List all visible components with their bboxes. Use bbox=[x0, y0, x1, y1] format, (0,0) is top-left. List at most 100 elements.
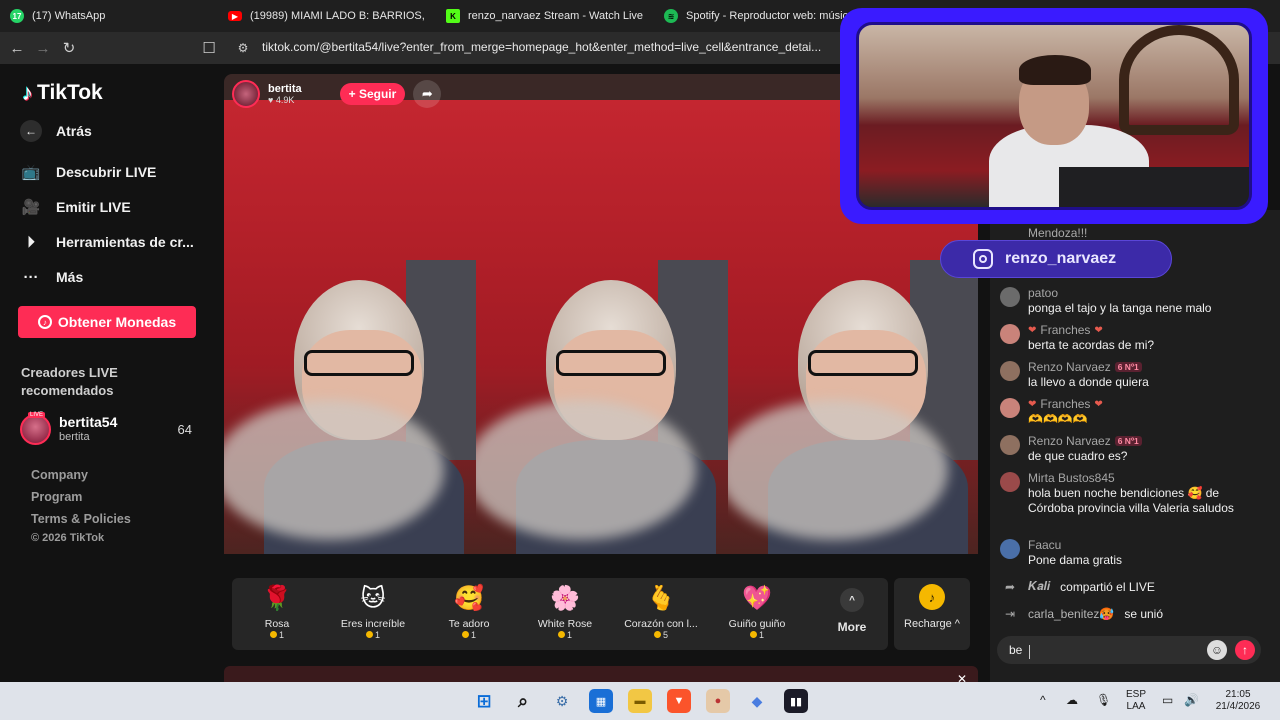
creator-name: bertita54 bbox=[59, 414, 118, 430]
taskbar: ⊞ ⌕ ⚙ ▦ ▬ ▼ ● ◆ ▮▮ ^ ☁ 🎙 ESP LAA ▭ 🔊 21:… bbox=[0, 682, 1280, 720]
nav-more[interactable]: ··· Más bbox=[20, 266, 84, 288]
avatar[interactable] bbox=[1000, 324, 1020, 344]
live-tv-icon: 📺 bbox=[21, 164, 41, 181]
gift-price: 1 bbox=[232, 630, 322, 640]
more-gifts-button[interactable]: ^ More bbox=[832, 588, 872, 634]
site-settings-icon[interactable]: ⚙ bbox=[230, 35, 256, 61]
gift-item[interactable]: 🥰 Te adoro 1 bbox=[424, 584, 514, 640]
share-icon[interactable]: ➦ bbox=[413, 80, 442, 108]
gift-item[interactable]: 🫰 Corazón con l... 5 bbox=[616, 584, 706, 640]
back-arrow-icon[interactable]: ← bbox=[4, 35, 30, 61]
settings-gear-icon[interactable]: ⚙ bbox=[550, 689, 574, 713]
viewer-count: 64 bbox=[177, 422, 192, 437]
chat-event: ⇥ carla_benitez🥵 se unió bbox=[1002, 607, 1163, 621]
copyright: © 2026 TikTok bbox=[31, 532, 105, 544]
avatar[interactable] bbox=[1000, 287, 1020, 307]
chat-username: Renzo Narvaez bbox=[1028, 360, 1111, 374]
volume-icon[interactable]: 🔊 bbox=[1184, 694, 1199, 706]
chat-text: hola buen noche bendiciones 🥰 de Córdoba… bbox=[1028, 486, 1234, 515]
recharge-button[interactable]: ♪ Recharge ^ bbox=[894, 578, 970, 650]
coin-icon bbox=[557, 631, 565, 638]
chat-user[interactable]: ❤ Franches ❤ bbox=[1028, 323, 1103, 337]
app-icon[interactable]: ◆ bbox=[745, 689, 769, 713]
network-icon[interactable]: ▭ bbox=[1162, 694, 1173, 706]
follow-button[interactable]: + Seguir bbox=[339, 83, 406, 105]
nav-label: Herramientas de cr... bbox=[56, 234, 194, 250]
footer-terms[interactable]: Terms & Policies bbox=[31, 512, 131, 526]
nav-creator-tools[interactable]: ⏵ Herramientas de cr... bbox=[20, 231, 194, 253]
host-avatar[interactable] bbox=[232, 80, 260, 108]
camera-icon: 🎥 bbox=[21, 199, 41, 216]
recommended-creator[interactable]: LIVE bertita54 bertita 64 bbox=[20, 412, 196, 446]
gift-price: 1 bbox=[712, 630, 802, 640]
tab-whatsapp[interactable]: 17 (17) WhatsApp bbox=[0, 0, 218, 32]
tiktok-logo[interactable]: ♪ TikTok bbox=[22, 80, 103, 106]
app-icon[interactable]: ● bbox=[706, 689, 730, 713]
clock-time: 21:05 bbox=[1225, 689, 1251, 700]
gift-name: Te adoro bbox=[448, 618, 490, 630]
tab-youtube[interactable]: ▶ (19989) MIAMI LADO B: BARRIOS, EX bbox=[218, 0, 436, 32]
coin-icon bbox=[749, 631, 757, 638]
avatar[interactable] bbox=[1000, 435, 1020, 455]
gift-item[interactable]: 🌸 White Rose 1 bbox=[520, 584, 610, 640]
chat-input-value: be bbox=[1009, 643, 1023, 657]
language-indicator[interactable]: ESP LAA bbox=[1126, 689, 1146, 713]
back-button[interactable]: ← Atrás bbox=[20, 120, 92, 142]
send-icon[interactable]: ↑ bbox=[1235, 640, 1255, 660]
reload-icon[interactable]: ↻ bbox=[56, 35, 82, 61]
store-icon[interactable]: ▦ bbox=[589, 689, 613, 713]
gift-price-value: 5 bbox=[662, 630, 668, 640]
chat-user[interactable]: Renzo Narvaez 6 Nº1 bbox=[1028, 434, 1142, 448]
file-explorer-icon[interactable]: ▬ bbox=[628, 689, 652, 713]
coin-icon: ♪ bbox=[37, 315, 52, 329]
cloud-icon[interactable]: ☁ bbox=[1066, 694, 1078, 706]
tab-title: (19989) MIAMI LADO B: BARRIOS, EX bbox=[250, 10, 426, 22]
windows-start-icon[interactable]: ⊞ bbox=[472, 689, 496, 713]
gift-price: 1 bbox=[424, 630, 514, 640]
obs-icon[interactable]: ▮▮ bbox=[784, 689, 808, 713]
chat-user[interactable]: Mirta Bustos845 bbox=[1028, 471, 1115, 485]
url-field[interactable]: tiktok.com/@bertita54/live?enter_from_me… bbox=[262, 40, 821, 54]
gift-item[interactable]: 💖 Guiño guiño 1 bbox=[712, 584, 802, 640]
tab-title: (17) WhatsApp bbox=[32, 10, 106, 22]
avatar[interactable] bbox=[1000, 398, 1020, 418]
chat-user[interactable]: ❤ Franches ❤ bbox=[1028, 397, 1103, 411]
clock[interactable]: 21:05 21/4/2026 bbox=[1210, 689, 1266, 713]
host-name[interactable]: bertita bbox=[268, 83, 302, 95]
brave-browser-icon[interactable]: ▼ bbox=[667, 689, 691, 713]
tab-kick[interactable]: K renzo_narvaez Stream - Watch Live o bbox=[436, 0, 654, 32]
bookmark-icon[interactable]: ☐ bbox=[196, 35, 222, 61]
emoji-icon[interactable]: ☺ bbox=[1207, 640, 1227, 660]
microphone-icon[interactable]: 🎙 bbox=[1096, 694, 1111, 706]
nav-discover-live[interactable]: 📺 Descubrir LIVE bbox=[20, 161, 157, 183]
nav-go-live[interactable]: 🎥 Emitir LIVE bbox=[20, 196, 131, 218]
footer-program[interactable]: Program bbox=[31, 490, 82, 504]
instagram-tag: renzo_narvaez bbox=[940, 240, 1172, 278]
chat-text-partial: Mendoza!!! bbox=[1028, 226, 1088, 240]
event-user[interactable]: 𝑲𝒂𝒍𝒊 bbox=[1028, 579, 1050, 594]
chat-text: la llevo a donde quiera bbox=[1028, 375, 1149, 389]
get-coins-button[interactable]: ♪ Obtener Monedas bbox=[18, 306, 196, 338]
gift-price-value: 1 bbox=[374, 630, 380, 640]
avatar[interactable] bbox=[1000, 472, 1020, 492]
chat-input[interactable]: be ☺ ↑ bbox=[997, 636, 1261, 664]
more-dots-icon: ··· bbox=[23, 268, 39, 286]
event-user[interactable]: carla_benitez🥵 bbox=[1028, 607, 1114, 621]
creator-subtitle: bertita bbox=[59, 431, 90, 443]
rose-icon: 🌹 bbox=[262, 585, 292, 612]
forward-arrow-icon[interactable]: → bbox=[30, 35, 56, 61]
play-circle-icon: ⏵ bbox=[27, 233, 35, 251]
footer-company[interactable]: Company bbox=[31, 468, 88, 482]
search-icon[interactable]: ⌕ bbox=[511, 689, 535, 713]
cat-icon: 🐱 bbox=[360, 585, 386, 612]
chevron-up-icon[interactable]: ^ bbox=[1040, 694, 1046, 706]
avatar[interactable] bbox=[1000, 361, 1020, 381]
chat-user[interactable]: Renzo Narvaez 6 Nº1 bbox=[1028, 360, 1142, 374]
youtube-icon: ▶ bbox=[228, 11, 242, 21]
chat-user[interactable]: Faacu bbox=[1028, 538, 1061, 552]
chat-user[interactable]: patoo bbox=[1028, 286, 1058, 300]
avatar[interactable] bbox=[1000, 539, 1020, 559]
gift-item[interactable]: 🌹 Rosa 1 bbox=[232, 584, 322, 640]
gift-item[interactable]: 🐱 Eres increíble 1 bbox=[328, 584, 418, 640]
chat-event: ➦ 𝑲𝒂𝒍𝒊 compartió el LIVE bbox=[1002, 579, 1155, 594]
